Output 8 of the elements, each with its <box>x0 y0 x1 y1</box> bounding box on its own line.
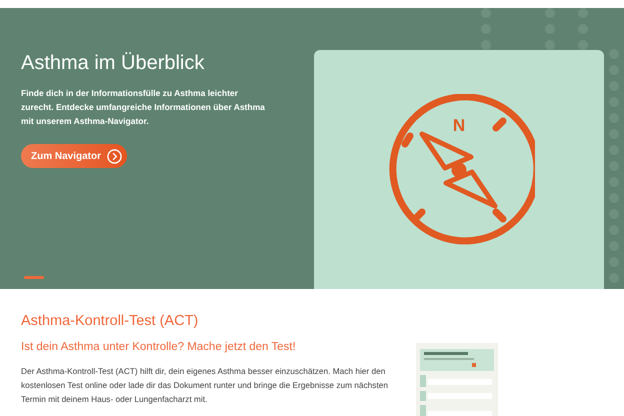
slide-indicator[interactable] <box>24 276 44 279</box>
navigator-button[interactable]: Zum Navigator <box>21 144 128 168</box>
section-description: Der Asthma-Kontroll-Test (ACT) hilft dir, dein eigenes Asthma besser einzuschätzen. Mach hier den kostenlosen Test online oder lade dir das Dokument runter und bringe die Ergebnisse zum nächsten Termin mit deinem Haus- oder Lungenfacharzt mit. <box>21 365 389 406</box>
hero-description: Finde dich in der Informationsfülle zu Asthma leichter zurecht. Entdecke umfangreiche Informationen über Asthma mit unserem Asthma-Navigator. <box>21 87 266 128</box>
section-subtitle: Ist dein Asthma unter Kontrolle? Mache jetzt den Test! <box>21 340 297 355</box>
chevron-circle-icon <box>107 148 122 164</box>
hero-title: Asthma im Überblick <box>21 51 204 76</box>
section-title: Asthma-Kontroll-Test (ACT) <box>21 312 200 331</box>
